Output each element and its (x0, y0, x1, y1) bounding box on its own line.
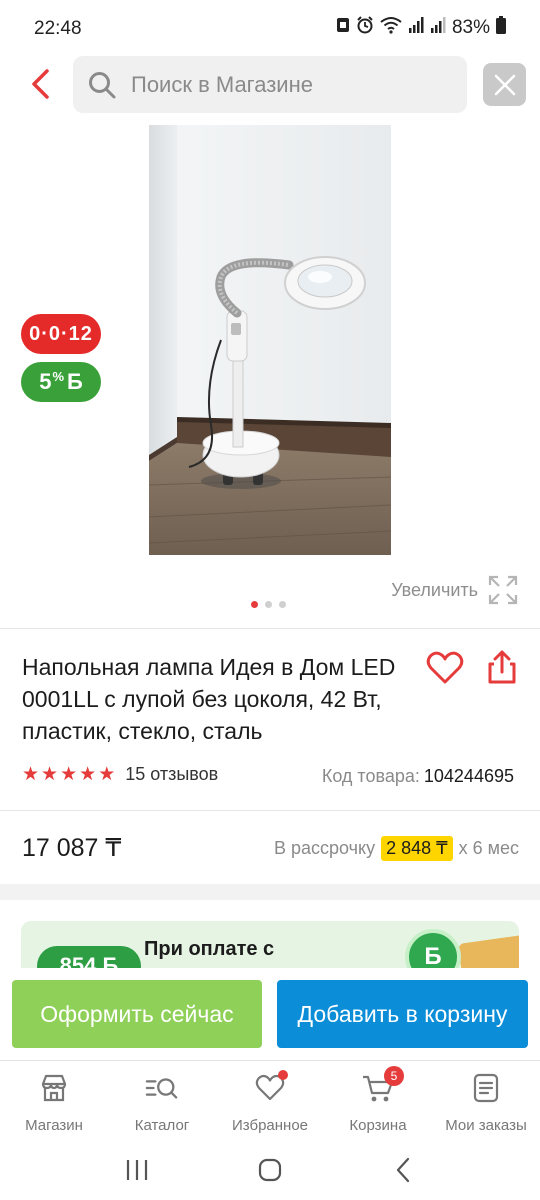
reviews-link[interactable]: 15 отзывов (125, 764, 218, 785)
bonus-badge-percent: % (52, 368, 64, 384)
nav-item-favorites[interactable]: Избранное (216, 1061, 324, 1140)
nav-item-orders[interactable]: Мои заказы (432, 1061, 540, 1140)
installment-info[interactable]: В рассрочку 2 848 ₸ х 6 мес (274, 836, 519, 861)
zoom-button[interactable]: Увеличить (391, 575, 518, 605)
divider (0, 628, 540, 629)
system-navigation-bar (0, 1140, 540, 1200)
bottom-navigation: Магазин Каталог Избранное 5 Корзина Мои … (0, 1060, 540, 1140)
shop-icon (37, 1071, 71, 1105)
gallery-pagination (251, 601, 286, 608)
back-arrow-icon (397, 1157, 410, 1183)
alarm-icon (356, 16, 374, 40)
product-image[interactable] (149, 125, 391, 555)
search-icon (89, 71, 116, 98)
promo-text: При оплате с (144, 938, 275, 960)
installment-suffix: х 6 мес (458, 838, 519, 858)
recent-apps-button[interactable] (117, 1150, 157, 1190)
back-button[interactable] (20, 62, 60, 106)
notification-icon (336, 16, 350, 40)
signal-icon-2 (430, 16, 446, 40)
buy-now-button[interactable]: Оформить сейчас (12, 980, 262, 1048)
installment-prefix: В рассрочку (273, 838, 376, 858)
nav-label-cart: Корзина (349, 1117, 407, 1134)
bonus-promo-card[interactable]: 854 Б При оплате с Б (21, 921, 519, 971)
nav-label-shop: Магазин (25, 1117, 83, 1134)
product-price: 17 087 ₸ (22, 834, 122, 862)
nav-label-orders: Мои заказы (445, 1117, 527, 1134)
star-icon: ★ (60, 763, 78, 785)
recent-apps-icon (126, 1160, 147, 1180)
nav-label-favorites: Избранное (231, 1117, 309, 1134)
chevron-left-icon (32, 69, 49, 99)
battery-icon (496, 16, 506, 40)
product-sku: Код товара: 104244695 (322, 766, 514, 787)
star-icon: ★ (22, 763, 40, 785)
action-bar: Оформить сейчас Добавить в корзину (0, 968, 540, 1060)
favorite-button[interactable] (425, 648, 465, 688)
installment-amount: 2 848 ₸ (381, 836, 453, 861)
status-icons: 83% (336, 16, 506, 40)
bonus-badge: 5% Б (21, 362, 101, 402)
sku-label: Код товара: (321, 766, 420, 786)
orders-icon (469, 1071, 503, 1105)
status-time: 22:48 (34, 18, 82, 39)
star-icon: ★ (41, 763, 59, 785)
pagination-dot[interactable] (279, 601, 286, 608)
heart-icon (426, 651, 464, 684)
close-icon (494, 74, 515, 95)
star-icon: ★ (79, 763, 97, 785)
status-bar: 22:48 83% (0, 0, 540, 56)
favorites-indicator-dot (278, 1070, 288, 1080)
clear-search-button[interactable] (483, 63, 526, 106)
rating-row[interactable]: ★ ★ ★ ★ ★ 15 отзывов (22, 764, 218, 785)
zoom-label: Увеличить (391, 579, 478, 600)
nav-item-catalog[interactable]: Каталог (108, 1061, 216, 1140)
product-title: Напольная лампа Идея в Дом LED 0001LL с … (22, 654, 396, 744)
cart-count-badge: 5 (384, 1066, 404, 1086)
half-star-icon: ★ (98, 763, 116, 785)
section-separator (0, 884, 540, 900)
nav-item-cart[interactable]: 5 Корзина (324, 1061, 432, 1140)
home-icon (258, 1158, 282, 1182)
catalog-search-icon (145, 1071, 179, 1105)
bonus-badge-symbol: Б (67, 369, 83, 394)
timer-badge: 0·0·12 (21, 314, 101, 354)
nav-label-catalog: Каталог (134, 1117, 190, 1134)
home-button[interactable] (250, 1150, 290, 1190)
wifi-icon (380, 16, 402, 40)
bonus-coin-icon: Б (405, 929, 461, 971)
nav-item-shop[interactable]: Магазин (0, 1061, 108, 1140)
add-to-cart-button[interactable]: Добавить в корзину (277, 980, 528, 1048)
signal-icon (408, 16, 424, 40)
divider (0, 810, 540, 811)
expand-icon (488, 575, 518, 605)
pagination-dot-active[interactable] (251, 601, 258, 608)
card-icon (457, 934, 519, 971)
share-button[interactable] (482, 648, 522, 688)
bonus-badge-value: 5 (39, 369, 52, 394)
search-box[interactable] (73, 56, 467, 113)
battery-percent: 83% (451, 17, 490, 38)
system-back-button[interactable] (383, 1150, 423, 1190)
sku-value: 104244695 (423, 766, 514, 786)
search-input[interactable] (131, 71, 451, 98)
pagination-dot[interactable] (265, 601, 272, 608)
share-icon (488, 650, 516, 684)
